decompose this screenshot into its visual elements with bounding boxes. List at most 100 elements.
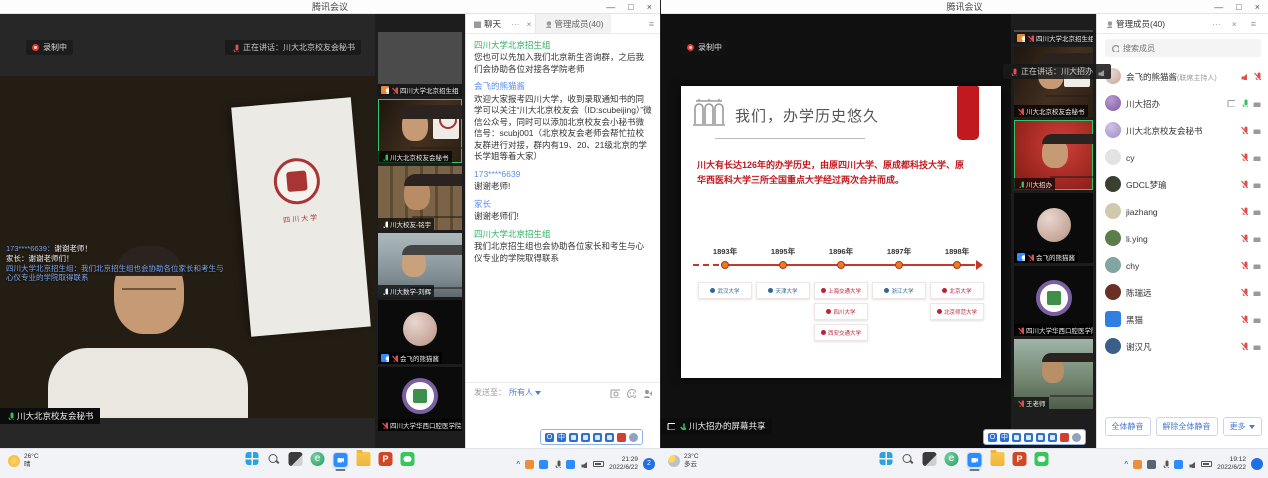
- ime-cut-icon[interactable]: [1036, 433, 1045, 442]
- tab-members[interactable]: 管理成员(40): [535, 14, 610, 33]
- tray-icon[interactable]: [539, 460, 548, 469]
- ime-emoji-icon[interactable]: [581, 433, 590, 442]
- tray-mic-icon[interactable]: [1161, 460, 1169, 468]
- mic-off-icon[interactable]: [1240, 126, 1248, 134]
- participant-tile[interactable]: 川大北京校友会秘书: [1014, 47, 1093, 117]
- more-button[interactable]: 更多: [1223, 417, 1262, 436]
- mic-off-icon[interactable]: [1240, 342, 1248, 350]
- member-row[interactable]: GDCL梦瑜: [1105, 170, 1261, 197]
- ime-lang-icon[interactable]: 中: [1000, 433, 1009, 442]
- close-button[interactable]: ×: [647, 2, 652, 12]
- file-explorer-icon[interactable]: [991, 452, 1005, 466]
- ime-settings-icon[interactable]: [629, 433, 638, 442]
- mic-off-icon[interactable]: [1240, 315, 1248, 323]
- main-video[interactable]: 四川大学 173****6639：谢谢老师！ 家长：谢谢老师们！ 四川大学北京招…: [0, 76, 375, 418]
- ime-toolbar[interactable]: O 中: [540, 429, 643, 445]
- start-button[interactable]: [246, 452, 259, 465]
- search-button[interactable]: [267, 452, 281, 466]
- participant-tile[interactable]: 四川大学北京招生组: [1014, 30, 1093, 44]
- camera-icon[interactable]: [1253, 126, 1261, 134]
- notification-badge[interactable]: 2: [643, 458, 655, 470]
- mic-off-icon[interactable]: [1240, 288, 1248, 296]
- weather-widget[interactable]: 23°C多云: [668, 453, 699, 469]
- clock[interactable]: 21:292022/6/22: [609, 456, 638, 472]
- panel-close-button[interactable]: ×: [1228, 19, 1241, 29]
- tray-icon[interactable]: [525, 460, 534, 469]
- member-row[interactable]: 谢汉凡: [1105, 332, 1261, 359]
- camera-icon[interactable]: [1253, 315, 1261, 323]
- close-button[interactable]: ×: [1255, 2, 1260, 12]
- participant-tile[interactable]: 川大数学-刘辉: [378, 233, 462, 297]
- participant-tile[interactable]: 会飞的熊猫酱: [378, 300, 462, 364]
- tray-expand-icon[interactable]: ^: [1124, 460, 1128, 469]
- ime-mode-icon[interactable]: O: [545, 433, 554, 442]
- chat-messages[interactable]: 四川大学北京招生组您也可以先加入我们北京新生咨询群，之后我们会协助各位对接各学院…: [466, 34, 660, 382]
- browser-icon[interactable]: e: [311, 452, 325, 466]
- weather-widget[interactable]: 26°C晴: [8, 453, 39, 469]
- ime-keyboard-icon[interactable]: [1048, 433, 1057, 442]
- ime-lang-icon[interactable]: 中: [557, 433, 566, 442]
- battery-icon[interactable]: [593, 461, 604, 467]
- ime-settings-icon[interactable]: [1072, 433, 1081, 442]
- invite-icon[interactable]: [642, 388, 652, 398]
- chat-more-button[interactable]: ···: [508, 19, 523, 29]
- ime-punct-icon[interactable]: [1012, 433, 1021, 442]
- camera-icon[interactable]: [1253, 99, 1261, 107]
- participant-tile[interactable]: 川大北京校友会秘书: [378, 99, 462, 163]
- camera-icon[interactable]: [1253, 153, 1261, 161]
- mic-off-icon[interactable]: [1240, 261, 1248, 269]
- camera-icon[interactable]: [1253, 342, 1261, 350]
- member-row[interactable]: 黑猫: [1105, 305, 1261, 332]
- minimize-button[interactable]: —: [606, 2, 615, 12]
- emoji-icon[interactable]: [626, 388, 636, 398]
- wechat-icon[interactable]: [401, 452, 415, 466]
- tray-expand-icon[interactable]: ^: [516, 460, 520, 469]
- mic-off-icon[interactable]: [1240, 180, 1248, 188]
- start-button[interactable]: [880, 452, 893, 465]
- volume-icon[interactable]: [580, 460, 588, 468]
- mute-all-button[interactable]: 全体静音: [1105, 417, 1151, 436]
- participant-tile[interactable]: 王老师: [1014, 339, 1093, 409]
- ime-emoji-icon[interactable]: [1024, 433, 1033, 442]
- ime-mode-icon[interactable]: O: [988, 433, 997, 442]
- clock[interactable]: 19:122022/6/22: [1217, 456, 1246, 472]
- chat-close-button[interactable]: ×: [523, 19, 536, 29]
- powerpoint-icon[interactable]: P: [1013, 452, 1027, 466]
- member-search[interactable]: [1105, 39, 1261, 57]
- member-row[interactable]: li.ying: [1105, 224, 1261, 251]
- send-to-select[interactable]: 所有人: [509, 387, 541, 398]
- mic-off-icon[interactable]: [1240, 207, 1248, 215]
- member-row[interactable]: 川大北京校友会秘书: [1105, 116, 1261, 143]
- sound-off-icon[interactable]: [1240, 72, 1248, 80]
- participant-tile[interactable]: 川大招办: [1014, 120, 1093, 190]
- unmute-all-button[interactable]: 解除全体静音: [1156, 417, 1218, 436]
- app-icon[interactable]: [289, 452, 303, 466]
- battery-icon[interactable]: [1201, 461, 1212, 467]
- participant-tile[interactable]: 四川大学北京招生组: [378, 32, 462, 96]
- member-row[interactable]: 川大招办: [1105, 89, 1261, 116]
- ime-toolbar[interactable]: O 中: [983, 429, 1086, 445]
- member-row[interactable]: chy: [1105, 251, 1261, 278]
- meeting-app-active[interactable]: [333, 452, 349, 469]
- tab-chat[interactable]: 聊天: [466, 14, 508, 33]
- meeting-app-active[interactable]: [967, 452, 983, 469]
- member-row[interactable]: 陈瑞远: [1105, 278, 1261, 305]
- camera-icon[interactable]: [1253, 207, 1261, 215]
- mic-off-icon[interactable]: [1253, 72, 1261, 80]
- powerpoint-icon[interactable]: P: [379, 452, 393, 466]
- notification-badge[interactable]: [1251, 458, 1263, 470]
- member-row[interactable]: cy: [1105, 143, 1261, 170]
- maximize-button[interactable]: □: [628, 2, 633, 12]
- app-icon[interactable]: [923, 452, 937, 466]
- ime-punct-icon[interactable]: [569, 433, 578, 442]
- search-button[interactable]: [901, 452, 915, 466]
- panel-menu-button[interactable]: ≡: [643, 19, 660, 29]
- tray-mic-icon[interactable]: [553, 460, 561, 468]
- tray-icon[interactable]: [1133, 460, 1142, 469]
- screenshot-icon[interactable]: [610, 388, 620, 398]
- browser-icon[interactable]: e: [945, 452, 959, 466]
- tray-meeting-icon[interactable]: [566, 460, 575, 469]
- mic-off-icon[interactable]: [1240, 234, 1248, 242]
- participant-tile[interactable]: 四川大学华西口腔医学院: [378, 367, 462, 431]
- minimize-button[interactable]: —: [1214, 2, 1223, 12]
